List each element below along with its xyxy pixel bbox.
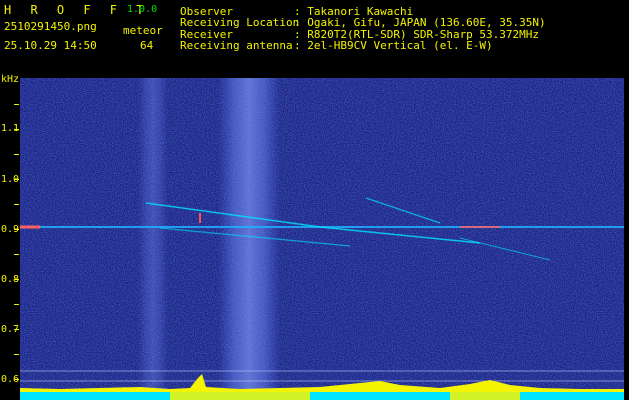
freq-tick (14, 279, 19, 280)
signal-baseline (20, 392, 624, 400)
signal-baseline-peak (170, 392, 310, 400)
signal-baseline-peak (450, 392, 520, 400)
header-panel: H R O F F T 1.0.0 2510291450.png meteor … (0, 0, 629, 76)
freq-tick (14, 104, 19, 105)
freq-tick (14, 154, 19, 155)
freq-tick (14, 129, 19, 130)
antenna-value: : 2el-HB9CV Vertical (el. E-W) (294, 39, 493, 52)
noise-band (138, 78, 168, 400)
freq-tick (14, 329, 19, 330)
freq-tick (14, 229, 19, 230)
freq-label-0.7: 0.7 (1, 324, 20, 335)
freq-label-0.6: 0.6 (1, 374, 20, 385)
freq-tick (14, 304, 19, 305)
frequency-unit-label: kHz (1, 74, 20, 85)
freq-tick (14, 254, 19, 255)
datetime: 25.10.29 14:50 (4, 39, 97, 52)
meteor-count: 64 (140, 39, 154, 52)
freq-tick (14, 354, 19, 355)
spectrogram-plot (20, 78, 624, 400)
antenna-label: Receiving antenna (180, 39, 293, 52)
app-version: 1.0.0 (127, 4, 158, 15)
freq-tick (14, 204, 19, 205)
freq-tick (14, 179, 19, 180)
noise-texture (20, 78, 624, 400)
freq-tick (14, 379, 19, 380)
freq-label-0.8: 0.8 (1, 274, 20, 285)
filename: 2510291450.png (4, 20, 97, 33)
meteor-label: meteor (123, 24, 163, 37)
freq-label-1.0: 1.0 (1, 174, 20, 185)
freq-label-0.9: 0.9 (1, 224, 20, 235)
